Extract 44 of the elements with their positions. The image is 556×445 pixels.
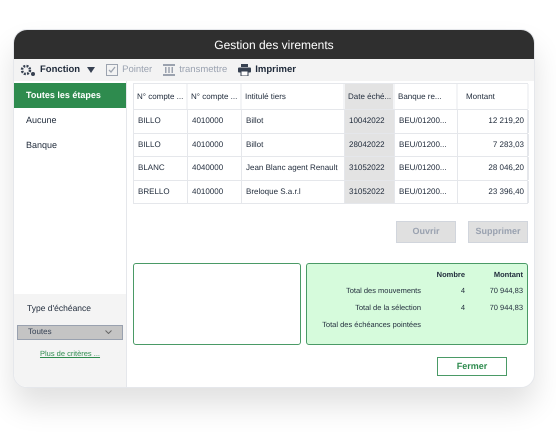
column-header[interactable]: N° compte ... (188, 84, 242, 109)
table-cell: BILLO (134, 110, 188, 132)
column-header[interactable]: Banque re... (395, 84, 458, 109)
type-select[interactable]: Toutes (17, 324, 123, 340)
close-button[interactable]: Fermer (437, 357, 507, 376)
checkbox-icon (106, 64, 118, 76)
table-cell: 4040000 (188, 157, 242, 180)
gear-icon (20, 64, 36, 76)
caret-icon (87, 67, 96, 73)
table-cell: BEU/01200... (395, 180, 458, 203)
chevron-icon (105, 330, 112, 334)
table-cell: BEU/01200... (395, 134, 458, 156)
table-cell: BEU/01200... (395, 110, 458, 132)
table-cell: 23 396,40 (458, 180, 529, 203)
table-row[interactable]: BILLO 4010000 Billot 10042022 BEU/01200... 12 219,20 (134, 109, 527, 132)
column-header[interactable]: Montant (458, 84, 529, 109)
table-cell: 31052022 (345, 157, 395, 180)
table-cell: 4010000 (188, 180, 242, 203)
table-cell: 31052022 (345, 180, 395, 203)
column-header[interactable]: Date éché... (345, 84, 395, 109)
table-cell: 4010000 (188, 134, 242, 156)
sidebar-item[interactable]: Banque (14, 133, 126, 158)
toolbar-button[interactable]: Fonction (20, 62, 96, 78)
table-cell: BRELLO (134, 180, 188, 203)
table-cell: 10042022 (345, 110, 395, 132)
table-cell: BILLO (134, 134, 188, 156)
table-cell: BEU/01200... (395, 157, 458, 180)
column-header[interactable]: N° compte ... (134, 84, 188, 109)
table-cell: 12 219,20 (458, 110, 529, 132)
table-cell: BLANC (134, 157, 188, 180)
sidebar-item[interactable]: Aucune (14, 108, 126, 133)
window-title: Gestion des virements (214, 36, 334, 54)
table-cell: 28042022 (345, 134, 395, 156)
table-row[interactable]: BRELLO 4010000 Breloque S.a.r.l 31052022 BEU/01200... 23 396,40 (134, 180, 527, 203)
toolbar-button[interactable]: Imprimer (238, 62, 296, 78)
table-cell: 4010000 (188, 110, 242, 132)
printer-icon (238, 64, 252, 76)
table-cell: 7 283,03 (458, 134, 529, 156)
sidebar-item[interactable]: Toutes les étapes (14, 83, 126, 108)
filter-label: Type d'échéance (26, 302, 92, 315)
table-row[interactable]: BILLO 4010000 Billot 28042022 BEU/01200... 7 283,03 (134, 132, 527, 156)
table-cell: 28 046,20 (458, 157, 529, 180)
table-row[interactable]: BLANC 4040000 Jean Blanc agent Renault 31052022 BEU/01200... 28 046,20 (134, 156, 527, 180)
bank-icon (163, 64, 176, 76)
